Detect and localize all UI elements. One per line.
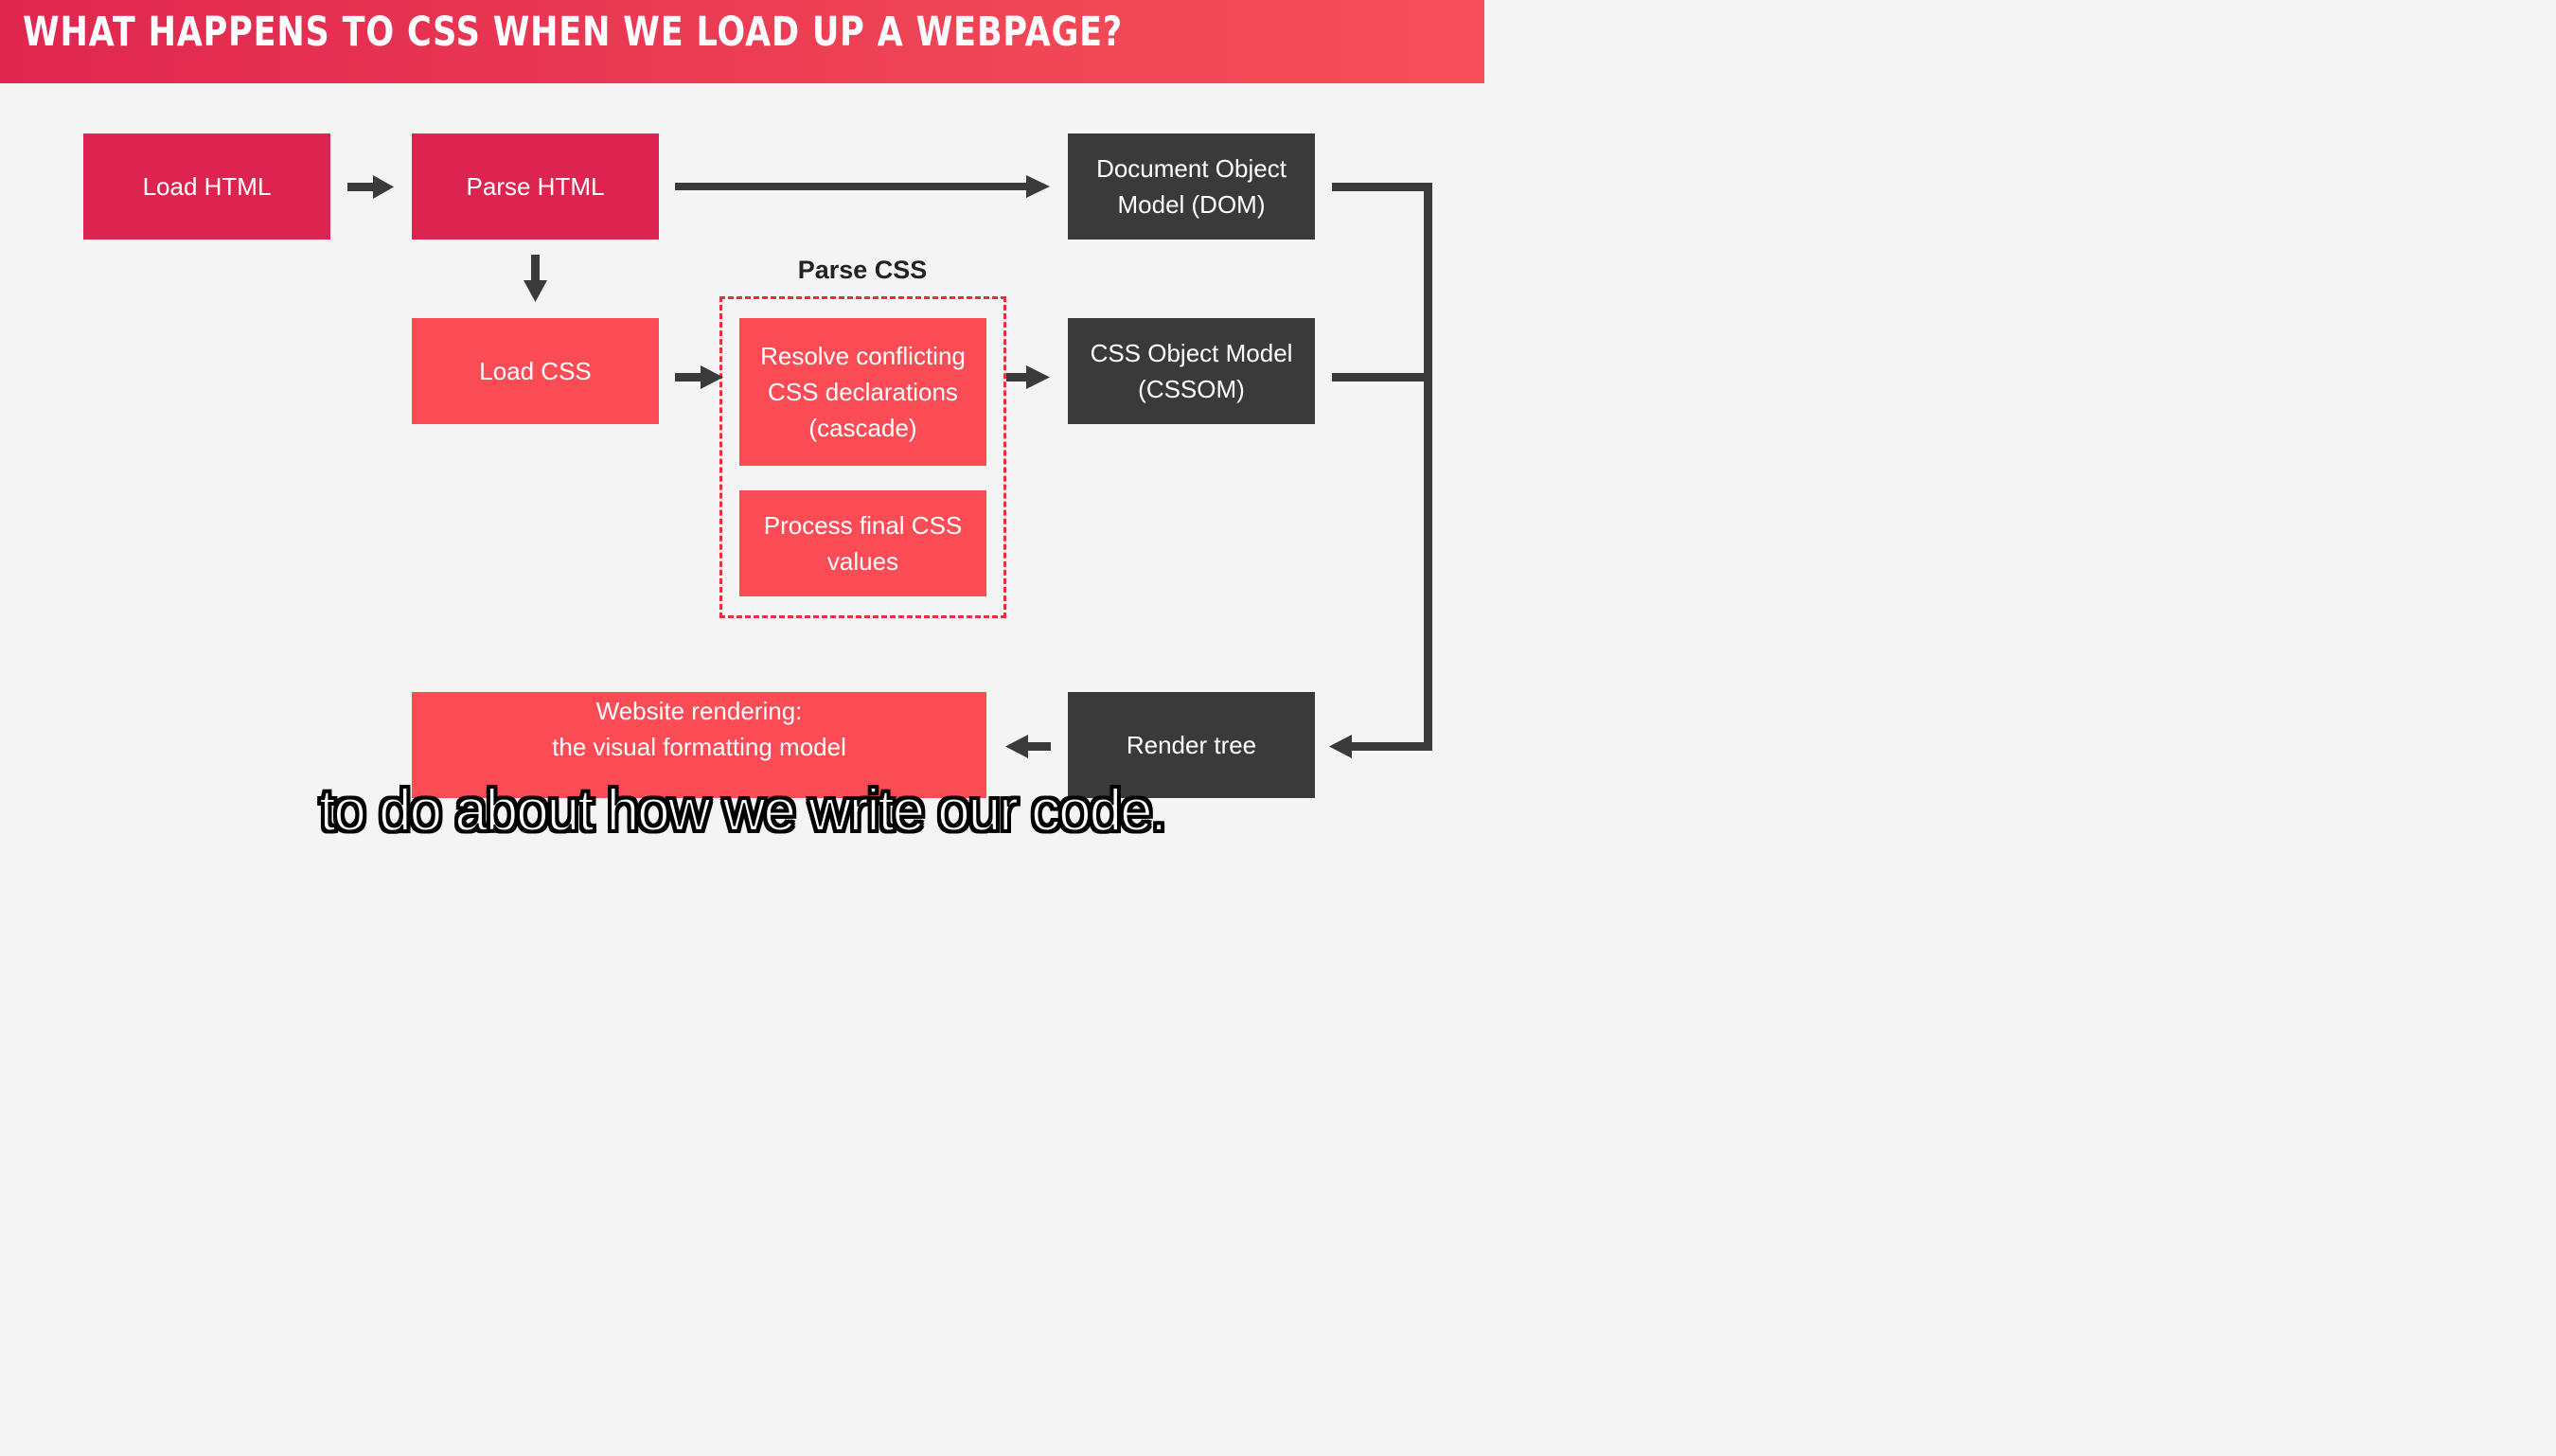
- arrow-right-icon: [675, 175, 1050, 198]
- arrow-right-icon: [347, 175, 394, 199]
- arrow-right-icon: [1006, 365, 1050, 389]
- arrow-down-icon: [524, 255, 547, 302]
- video-subtitle: to do about how we write our code.: [318, 777, 1168, 844]
- bracket-connector: [1329, 183, 1432, 758]
- arrow-left-icon: [1005, 735, 1051, 758]
- flow-arrows: [347, 175, 1432, 758]
- arrow-right-icon: [675, 365, 723, 389]
